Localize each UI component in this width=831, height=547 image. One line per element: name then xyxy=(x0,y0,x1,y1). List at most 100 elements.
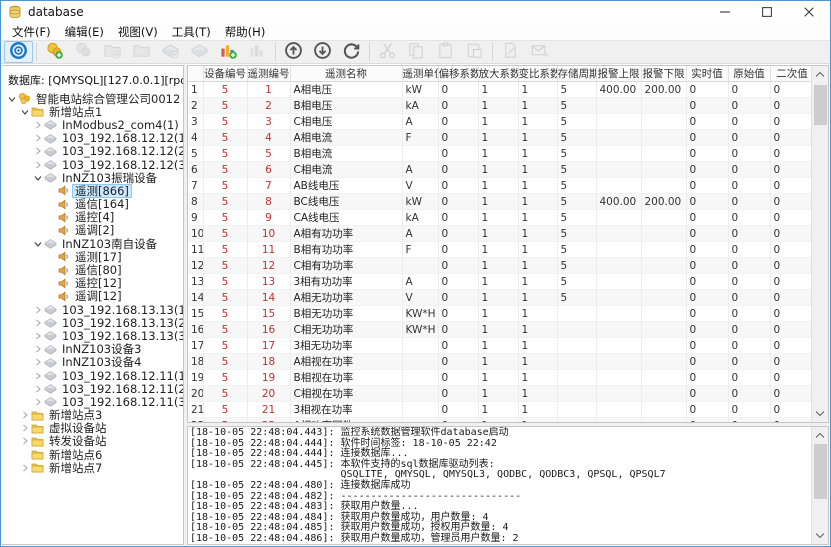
chevron-right-icon[interactable] xyxy=(19,411,30,419)
tree-item-13[interactable]: 遥信[80] xyxy=(6,263,183,276)
column-header-2[interactable]: 遥测编号 xyxy=(247,66,290,82)
log-vertical-scrollbar[interactable] xyxy=(811,427,828,544)
tree-item-10[interactable]: 遥调[2] xyxy=(6,224,183,237)
table-row[interactable]: 19519B相视在功率011000 xyxy=(188,370,811,386)
table-row[interactable]: 151A相电压kW0115400.00200.00000 xyxy=(188,82,811,98)
chevron-right-icon[interactable] xyxy=(32,332,43,340)
menu-item-1[interactable]: 编辑(E) xyxy=(58,23,111,41)
chevron-right-icon[interactable] xyxy=(19,464,30,472)
tree-item-15[interactable]: 遥调[12] xyxy=(6,290,183,303)
tree-item-16[interactable]: 103_192.168.13.13(1) xyxy=(6,303,183,316)
tree-item-26[interactable]: 转发设备站 xyxy=(6,435,183,448)
chevron-down-icon[interactable] xyxy=(19,108,30,116)
refresh-button[interactable] xyxy=(337,41,366,63)
tree-item-11[interactable]: InNZ103南自设备 xyxy=(6,237,183,250)
scroll-down-arrow[interactable] xyxy=(812,405,829,422)
menu-item-0[interactable]: 文件(F) xyxy=(5,23,58,41)
table-row[interactable]: 10510A相有功功率A0115000 xyxy=(188,226,811,242)
column-header-9[interactable]: 报警上限 xyxy=(596,66,641,82)
chevron-right-icon[interactable] xyxy=(32,372,43,380)
table-row[interactable]: 454A相电流F0115000 xyxy=(188,130,811,146)
column-header-12[interactable]: 原始值 xyxy=(728,66,770,82)
chevron-right-icon[interactable] xyxy=(32,147,43,155)
tree-item-7[interactable]: 遥测[866] xyxy=(6,184,183,197)
column-header-4[interactable]: 遥测单位 xyxy=(402,66,438,82)
table-row[interactable]: 175173相无功功率011000 xyxy=(188,338,811,354)
table-row[interactable]: 20520C相视在功率011000 xyxy=(188,386,811,402)
table-row[interactable]: 353C相电压A0115000 xyxy=(188,114,811,130)
table-row[interactable]: 757AB线电压V0115000 xyxy=(188,178,811,194)
table-row[interactable]: 555B相电流0115000 xyxy=(188,146,811,162)
menu-item-4[interactable]: 帮助(H) xyxy=(218,23,273,41)
minimize-button[interactable] xyxy=(704,1,746,23)
close-button[interactable] xyxy=(788,1,830,23)
tree-item-5[interactable]: 103_192.168.12.12(3) xyxy=(6,158,183,171)
table-row[interactable]: 16516C相无功功率KW*H011000 xyxy=(188,322,811,338)
tree-item-18[interactable]: 103_192.168.13.13(3) xyxy=(6,329,183,342)
chevron-right-icon[interactable] xyxy=(32,319,43,327)
chevron-right-icon[interactable] xyxy=(32,385,43,393)
tree-item-23[interactable]: 103_192.168.12.11(3) xyxy=(6,395,183,408)
chevron-right-icon[interactable] xyxy=(32,134,43,142)
chevron-right-icon[interactable] xyxy=(32,345,43,353)
tree-item-12[interactable]: 遥测[17] xyxy=(6,250,183,263)
maximize-button[interactable] xyxy=(746,1,788,23)
add-station-button[interactable] xyxy=(40,41,69,63)
add-point-button[interactable] xyxy=(214,41,243,63)
chevron-right-icon[interactable] xyxy=(32,161,43,169)
table-row[interactable]: 15515B相无功功率KW*H011000 xyxy=(188,306,811,322)
log-scroll-down-arrow[interactable] xyxy=(812,527,829,544)
table-row[interactable]: 215213相视在功率011000 xyxy=(188,402,811,418)
log-scroll-thumb[interactable] xyxy=(814,444,827,499)
chevron-down-icon[interactable] xyxy=(32,240,43,248)
chevron-right-icon[interactable] xyxy=(32,306,43,314)
column-header-6[interactable]: 放大系数 xyxy=(478,66,518,82)
menu-item-3[interactable]: 工具(T) xyxy=(165,23,218,41)
table-row[interactable]: 14514A相无功功率V0115000 xyxy=(188,290,811,306)
move-up-button[interactable] xyxy=(279,41,308,63)
log-scroll-up-arrow[interactable] xyxy=(812,427,829,444)
column-header-3[interactable]: 遥测名称 xyxy=(290,66,402,82)
column-header-0[interactable] xyxy=(188,66,203,82)
scroll-up-arrow[interactable] xyxy=(812,66,829,83)
tree-item-6[interactable]: InNZ103振瑞设备 xyxy=(6,171,183,184)
column-header-5[interactable]: 偏移系数 xyxy=(438,66,478,82)
table-row[interactable]: 12512C相有功功率0115000 xyxy=(188,258,811,274)
chevron-down-icon[interactable] xyxy=(32,174,43,182)
tree-item-14[interactable]: 遥控[12] xyxy=(6,277,183,290)
tree-item-3[interactable]: 103_192.168.12.12(1) xyxy=(6,132,183,145)
table-row[interactable]: 22522A相功率因数011000 xyxy=(188,418,811,423)
tree-item-17[interactable]: 103_192.168.13.13(2) xyxy=(6,316,183,329)
chevron-right-icon[interactable] xyxy=(32,358,43,366)
table-row[interactable]: 656C相电流A0115000 xyxy=(188,162,811,178)
column-header-13[interactable]: 二次值 xyxy=(770,66,811,82)
tree-item-4[interactable]: 103_192.168.12.12(2) xyxy=(6,145,183,158)
tree-item-22[interactable]: 103_192.168.12.11(2) xyxy=(6,382,183,395)
table-row[interactable]: 135133相有功功率A0115000 xyxy=(188,274,811,290)
tree-item-28[interactable]: 新增站点7 xyxy=(6,461,183,474)
menu-item-2[interactable]: 视图(V) xyxy=(111,23,165,41)
chevron-right-icon[interactable] xyxy=(19,437,30,445)
column-header-10[interactable]: 报警下限 xyxy=(641,66,686,82)
chevron-right-icon[interactable] xyxy=(32,121,43,129)
column-header-1[interactable]: 设备编号 xyxy=(203,66,247,82)
table-row[interactable]: 959CA线电压kA0115000 xyxy=(188,210,811,226)
column-header-7[interactable]: 变比系数 xyxy=(518,66,557,82)
tree-item-19[interactable]: InNZ103设备3 xyxy=(6,343,183,356)
tree-item-20[interactable]: InNZ103设备4 xyxy=(6,356,183,369)
column-header-11[interactable]: 实时值 xyxy=(686,66,728,82)
tree-item-21[interactable]: 103_192.168.12.11(1) xyxy=(6,369,183,382)
tree-item-24[interactable]: 新增站点3 xyxy=(6,409,183,422)
chevron-right-icon[interactable] xyxy=(19,424,30,432)
move-down-button[interactable] xyxy=(308,41,337,63)
scroll-thumb[interactable] xyxy=(814,85,827,125)
tree-item-9[interactable]: 遥控[4] xyxy=(6,211,183,224)
table-row[interactable]: 18518A相视在功率011000 xyxy=(188,354,811,370)
table-row[interactable]: 252B相电压kA0115000 xyxy=(188,98,811,114)
tree-item-8[interactable]: 遥信[164] xyxy=(6,198,183,211)
chevron-down-icon[interactable] xyxy=(6,95,17,103)
tree-item-2[interactable]: InModbus2_com4(1) xyxy=(6,118,183,131)
column-header-8[interactable]: 存储周期 xyxy=(557,66,596,82)
tree-item-1[interactable]: 新增站点1 xyxy=(6,105,183,118)
table-row[interactable]: 858BC线电压kW0115400.00200.00000 xyxy=(188,194,811,210)
